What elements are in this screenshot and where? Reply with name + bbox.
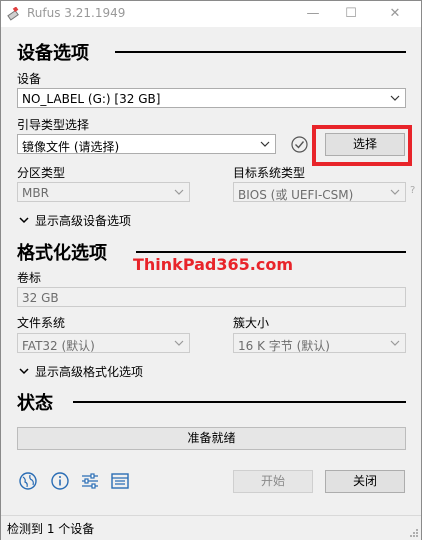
cluster-size-value: 16 K 字节 (默认) xyxy=(238,339,330,353)
volume-label-input[interactable]: 32 GB xyxy=(17,287,406,307)
resize-grip-icon[interactable] xyxy=(409,528,419,538)
section-device-options: 设备选项 xyxy=(17,43,89,64)
status-bar-text: 检测到 1 个设备 xyxy=(7,522,95,536)
help-icon[interactable]: ? xyxy=(410,185,415,196)
section-rule xyxy=(136,251,406,253)
cluster-size-label: 簇大小 xyxy=(233,316,270,330)
partition-scheme-label: 分区类型 xyxy=(17,166,66,180)
volume-label-value: 32 GB xyxy=(22,291,59,305)
usb-drive-icon xyxy=(7,7,19,21)
info-icon[interactable] xyxy=(50,471,70,491)
settings-sliders-icon[interactable] xyxy=(80,471,100,491)
section-status: 状态 xyxy=(17,393,53,414)
boot-type-label: 引导类型选择 xyxy=(17,118,90,132)
title-bar: Rufus 3.21.1949 — ☐ ✕ xyxy=(1,1,421,27)
chevron-down-icon xyxy=(390,340,400,346)
advanced-format-toggle[interactable]: 显示高级格式化选项 xyxy=(19,363,143,380)
partition-scheme-select[interactable]: MBR xyxy=(17,182,190,202)
check-hash-icon[interactable] xyxy=(291,136,308,153)
section-rule xyxy=(73,401,406,403)
chevron-down-icon xyxy=(174,189,184,195)
globe-icon[interactable] xyxy=(18,471,38,491)
log-icon[interactable] xyxy=(110,471,130,491)
file-system-value: FAT32 (默认) xyxy=(22,339,95,353)
section-format-options: 格式化选项 xyxy=(17,243,107,264)
partition-scheme-value: MBR xyxy=(22,186,49,200)
close-button[interactable]: 关闭 xyxy=(325,470,405,493)
chevron-down-icon xyxy=(390,95,400,101)
boot-type-select[interactable]: 镜像文件 (请选择) xyxy=(17,134,276,154)
progress-bar: 准备就绪 xyxy=(17,427,406,450)
maximize-button[interactable]: ☐ xyxy=(331,1,371,27)
advanced-device-label: 显示高级设备选项 xyxy=(35,214,132,228)
watermark: ThinkPad365.com xyxy=(133,255,293,274)
window-title: Rufus 3.21.1949 xyxy=(27,6,126,20)
target-system-value: BIOS (或 UEFI-CSM) xyxy=(238,188,354,202)
file-system-select[interactable]: FAT32 (默认) xyxy=(17,333,190,353)
rufus-window: Rufus 3.21.1949 — ☐ ✕ 设备选项 设备 NO_LABEL (… xyxy=(0,0,422,540)
boot-type-value: 镜像文件 (请选择) xyxy=(22,140,120,154)
start-button[interactable]: 开始 xyxy=(233,470,313,493)
device-select-value: NO_LABEL (G:) [32 GB] xyxy=(22,92,161,106)
select-image-button[interactable]: 选择 xyxy=(325,133,405,156)
minimize-button[interactable]: — xyxy=(293,1,333,27)
status-bar: 检测到 1 个设备 xyxy=(1,515,421,540)
target-system-select[interactable]: BIOS (或 UEFI-CSM) xyxy=(233,182,406,202)
section-rule xyxy=(115,51,406,53)
progress-text: 准备就绪 xyxy=(187,431,236,445)
chevron-down-icon xyxy=(390,189,400,195)
file-system-label: 文件系统 xyxy=(17,316,66,330)
chevron-down-icon xyxy=(174,340,184,346)
target-system-label: 目标系统类型 xyxy=(233,166,306,180)
advanced-device-toggle[interactable]: 显示高级设备选项 xyxy=(19,212,131,229)
cluster-size-select[interactable]: 16 K 字节 (默认) xyxy=(233,333,406,353)
chevron-down-icon xyxy=(19,368,29,375)
device-label: 设备 xyxy=(17,72,42,86)
device-select[interactable]: NO_LABEL (G:) [32 GB] xyxy=(17,88,406,108)
advanced-format-label: 显示高级格式化选项 xyxy=(35,365,144,379)
close-window-button[interactable]: ✕ xyxy=(375,1,415,27)
chevron-down-icon xyxy=(260,141,270,147)
chevron-down-icon xyxy=(19,217,29,224)
volume-label-label: 卷标 xyxy=(17,271,42,285)
